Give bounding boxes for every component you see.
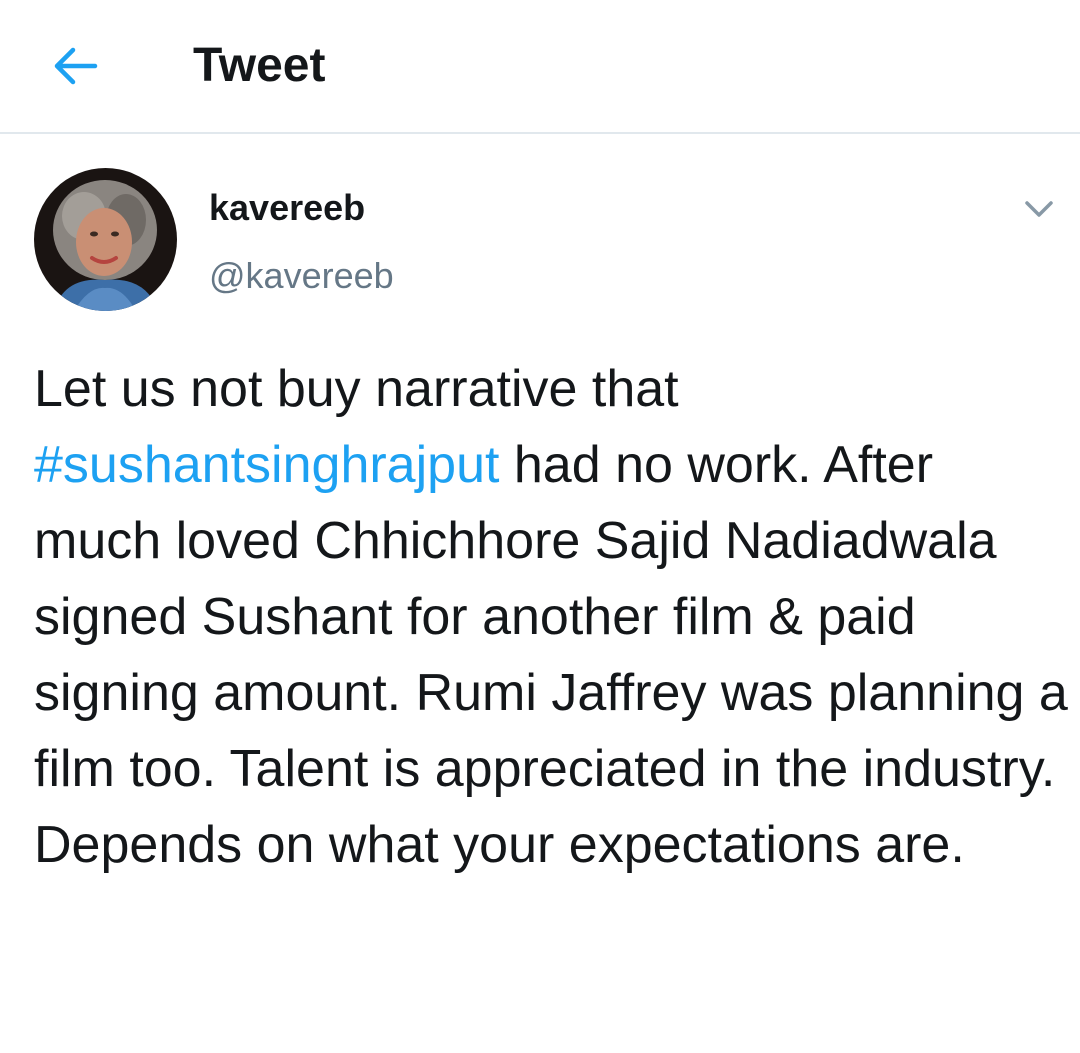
author-display-name[interactable]: kavereeb (209, 186, 365, 230)
tweet-text: Let us not buy narrative that #sushantsi… (34, 351, 1074, 883)
chevron-down-icon (1025, 201, 1053, 217)
author-handle[interactable]: @kavereeb (209, 254, 394, 298)
tweet-menu-button[interactable] (1016, 192, 1062, 226)
arrow-left-icon (54, 47, 98, 85)
tweet-detail: kavereeb @kavereeb Let us not buy narrat… (0, 134, 1080, 1053)
hashtag-link[interactable]: #sushantsinghrajput (34, 436, 499, 494)
tweet-text-before: Let us not buy narrative that (34, 360, 679, 418)
top-app-bar: Tweet (0, 0, 1080, 134)
avatar[interactable] (34, 168, 177, 311)
tweet-text-after: had no work. After much loved Chhichhore… (34, 436, 1068, 874)
page-title: Tweet (193, 39, 326, 92)
back-button[interactable] (40, 30, 110, 102)
